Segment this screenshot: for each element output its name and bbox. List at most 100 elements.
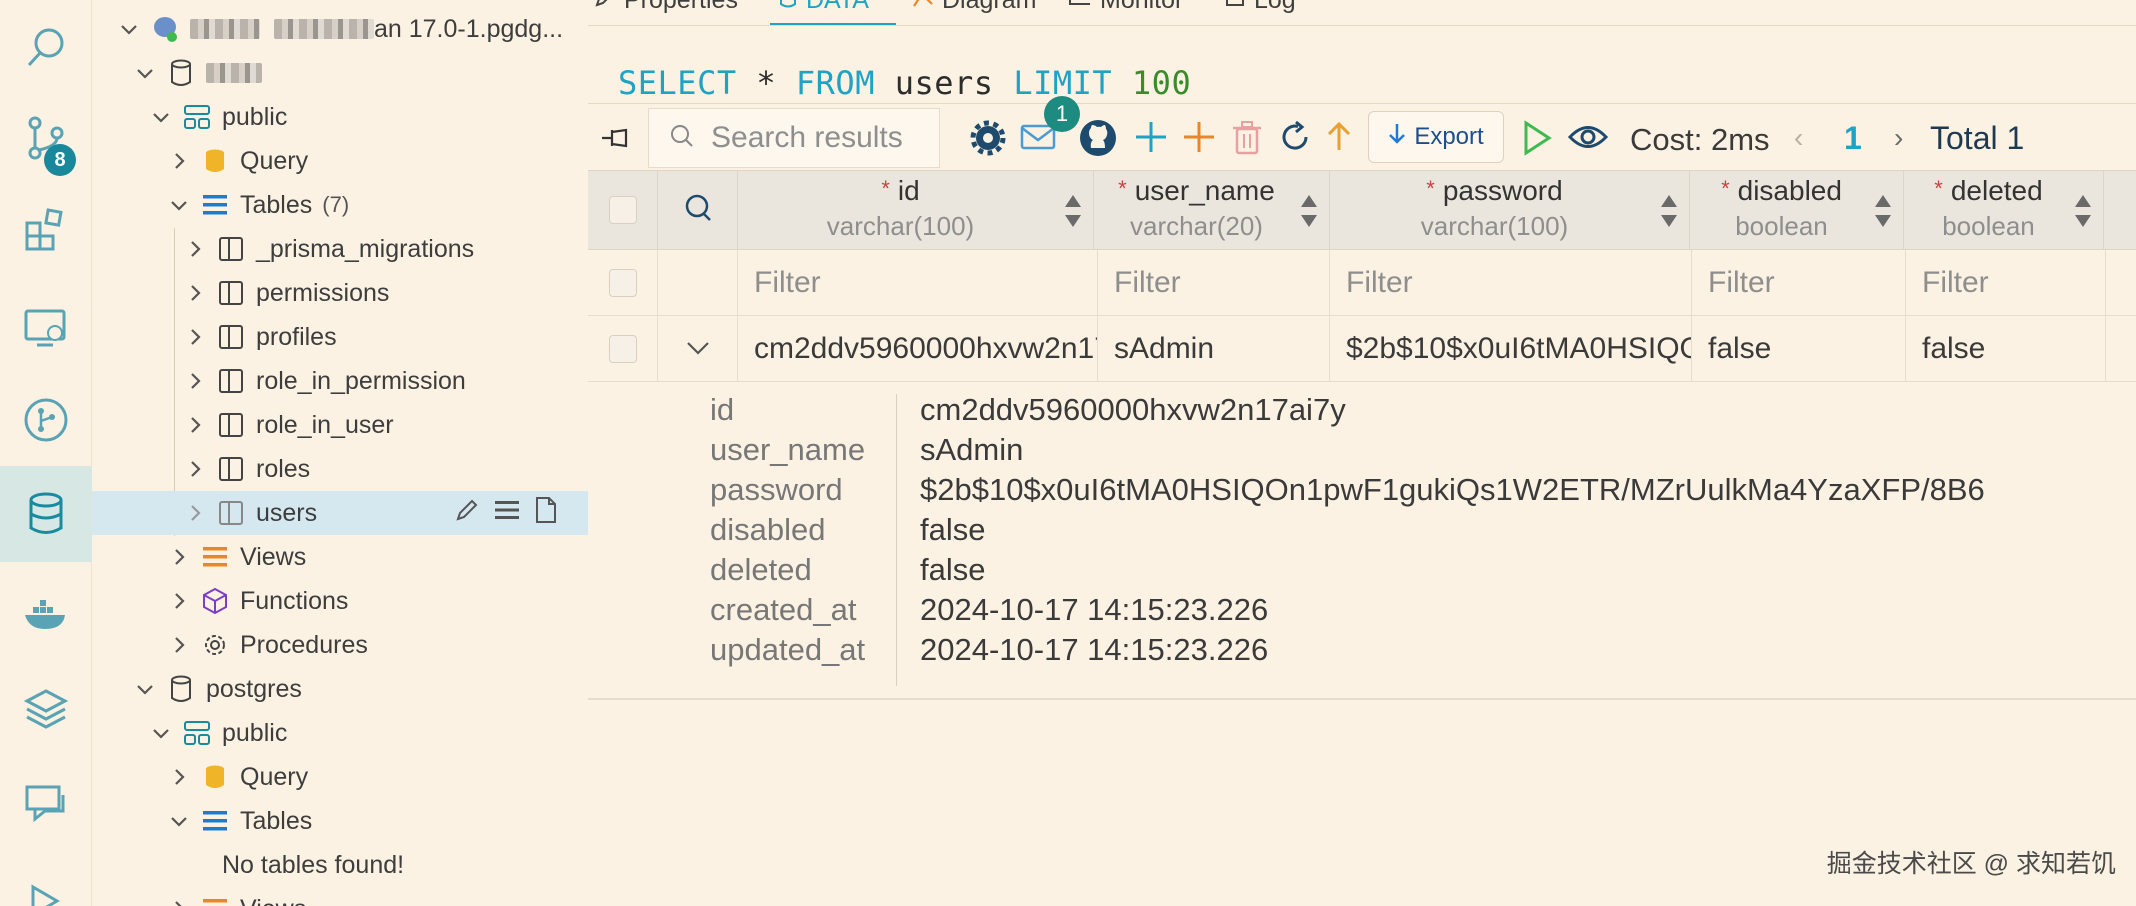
prev-page-icon[interactable]: ‹: [1794, 122, 1803, 154]
cell-disabled[interactable]: false: [1692, 316, 1906, 382]
filter-id[interactable]: Filter: [738, 250, 1098, 316]
sort-icon[interactable]: [1299, 193, 1319, 229]
filter-deleted[interactable]: Filter: [1906, 250, 2106, 316]
database-icon: [29, 492, 63, 534]
activity-comments[interactable]: [0, 756, 92, 852]
chevron-down-icon: [148, 104, 174, 130]
github-icon[interactable]: [1078, 118, 1118, 158]
tree-table-item[interactable]: profiles: [92, 315, 588, 359]
row-checkbox[interactable]: [608, 335, 637, 363]
activity-extensions[interactable]: [0, 182, 92, 278]
column-header-disabled[interactable]: * disabled boolean: [1690, 171, 1904, 249]
tree-views[interactable]: Views: [92, 535, 588, 579]
search-icon[interactable]: [683, 193, 713, 228]
tree-functions[interactable]: Functions: [92, 579, 588, 623]
tree-table-item[interactable]: role_in_permission: [92, 359, 588, 403]
column-header-user-name[interactable]: * user_name varchar(20): [1094, 171, 1330, 249]
detail-value[interactable]: cm2ddv5960000hxvw2n17ai7y: [920, 392, 1346, 428]
activity-search[interactable]: [0, 0, 92, 96]
sort-icon[interactable]: [1873, 193, 1893, 229]
file-icon[interactable]: [534, 496, 558, 531]
next-page-icon[interactable]: ›: [1894, 122, 1903, 154]
cell-password[interactable]: $2b$10$x0uI6tMA0HSIQOn1pwF1gukiQs1W2ETR/…: [1330, 316, 1692, 382]
filter-user-name[interactable]: Filter: [1098, 250, 1330, 316]
chevron-right-icon: [166, 148, 192, 174]
search-results-input[interactable]: [711, 121, 941, 155]
detail-value[interactable]: false: [920, 552, 985, 588]
chevron-right-icon: [166, 896, 192, 906]
run-icon[interactable]: [1522, 120, 1552, 156]
sort-icon[interactable]: [1659, 193, 1679, 229]
column-header-deleted[interactable]: * deleted boolean: [1904, 171, 2104, 249]
tree-query-2[interactable]: Query: [92, 755, 588, 799]
filter-checkbox[interactable]: [608, 269, 637, 297]
select-all-checkbox[interactable]: [608, 196, 637, 224]
tree-procedures[interactable]: Procedures: [92, 623, 588, 667]
pin-icon[interactable]: [600, 124, 632, 152]
tab-data[interactable]: DATA: [778, 0, 869, 15]
menu-icon[interactable]: [494, 499, 520, 528]
add-row-icon[interactable]: [1134, 120, 1168, 154]
comments-icon: [25, 785, 65, 823]
page-number[interactable]: 1: [1844, 120, 1862, 157]
export-button[interactable]: Export: [1368, 111, 1504, 163]
cell-user-name[interactable]: sAdmin: [1098, 316, 1330, 382]
sql-editor[interactable]: SELECT * FROM users LIMIT 100: [588, 26, 2136, 104]
tree-table-item[interactable]: role_in_user: [92, 403, 588, 447]
activity-source-control[interactable]: 8: [0, 90, 92, 186]
activity-layers[interactable]: [0, 660, 92, 756]
tab-log[interactable]: Log: [1224, 0, 1296, 15]
database-label: postgres: [206, 674, 302, 703]
detail-value[interactable]: 2024-10-17 14:15:23.226: [920, 632, 1268, 668]
eye-icon[interactable]: [1568, 122, 1608, 152]
column-header-id[interactable]: * id varchar(100): [738, 171, 1094, 249]
chevron-down-icon[interactable]: [685, 332, 711, 366]
sort-icon[interactable]: [2073, 193, 2093, 229]
detail-value[interactable]: sAdmin: [920, 432, 1023, 468]
column-title: * deleted: [1904, 175, 2073, 207]
results-toolbar: 1 Export Cost: 2ms ‹ 1 › Total 1: [588, 96, 2136, 168]
tree-tables-2[interactable]: Tables: [92, 799, 588, 843]
query-label: Query: [240, 762, 309, 791]
activity-docker[interactable]: [0, 566, 92, 662]
cell-deleted[interactable]: false: [1906, 316, 2106, 382]
activity-git-graph[interactable]: [0, 372, 92, 468]
settings-gear-icon[interactable]: [970, 120, 1006, 156]
tree-schema-public-2[interactable]: public: [92, 711, 588, 755]
tab-monitor[interactable]: Monitor: [1068, 0, 1183, 15]
tree-table-item[interactable]: permissions: [92, 271, 588, 315]
tree-table-item[interactable]: roles: [92, 447, 588, 491]
detail-value[interactable]: 2024-10-17 14:15:23.226: [920, 592, 1268, 628]
tree-table-item[interactable]: _prisma_migrations: [92, 227, 588, 271]
filter-password[interactable]: Filter: [1330, 250, 1692, 316]
tree-database-postgres[interactable]: postgres: [92, 667, 588, 711]
tree-table-item-selected[interactable]: users: [92, 491, 588, 535]
tree-views-2[interactable]: Views: [92, 887, 588, 906]
total-count: Total 1: [1930, 120, 2025, 156]
add-column-icon[interactable]: [1182, 120, 1216, 154]
activity-run[interactable]: [0, 850, 92, 906]
search-results-box[interactable]: [648, 108, 941, 168]
tree-tables[interactable]: Tables (7): [92, 183, 588, 227]
tab-diagram[interactable]: Diagram: [912, 0, 1036, 15]
arrow-up-icon[interactable]: [1326, 120, 1352, 154]
tree-query[interactable]: Query: [92, 139, 588, 183]
activity-remote[interactable]: [0, 278, 92, 374]
tree-schema-public[interactable]: public: [92, 95, 588, 139]
detail-value[interactable]: $2b$10$x0uI6tMA0HSIQOn1pwF1gukiQs1W2ETR/…: [920, 472, 1985, 508]
sort-icon[interactable]: [1063, 193, 1083, 229]
delete-icon[interactable]: [1232, 120, 1262, 156]
filter-disabled[interactable]: Filter: [1692, 250, 1906, 316]
cell-id[interactable]: cm2ddv5960000hxvw2n17ai7y: [738, 316, 1098, 382]
activity-database[interactable]: [0, 466, 92, 562]
tree-database-1[interactable]: [92, 51, 588, 95]
chevron-down-icon: [132, 676, 158, 702]
column-header-password[interactable]: * password varchar(100): [1330, 171, 1690, 249]
table-row[interactable]: cm2ddv5960000hxvw2n17ai7y sAdmin $2b$10$…: [588, 316, 2136, 382]
tree-connection[interactable]: an 17.0-1.pgdg...: [92, 7, 588, 51]
tab-properties[interactable]: Properties: [594, 0, 738, 15]
chevron-right-icon: [166, 544, 192, 570]
edit-icon[interactable]: [454, 497, 480, 530]
detail-value[interactable]: false: [920, 512, 985, 548]
refresh-icon[interactable]: [1278, 120, 1312, 154]
